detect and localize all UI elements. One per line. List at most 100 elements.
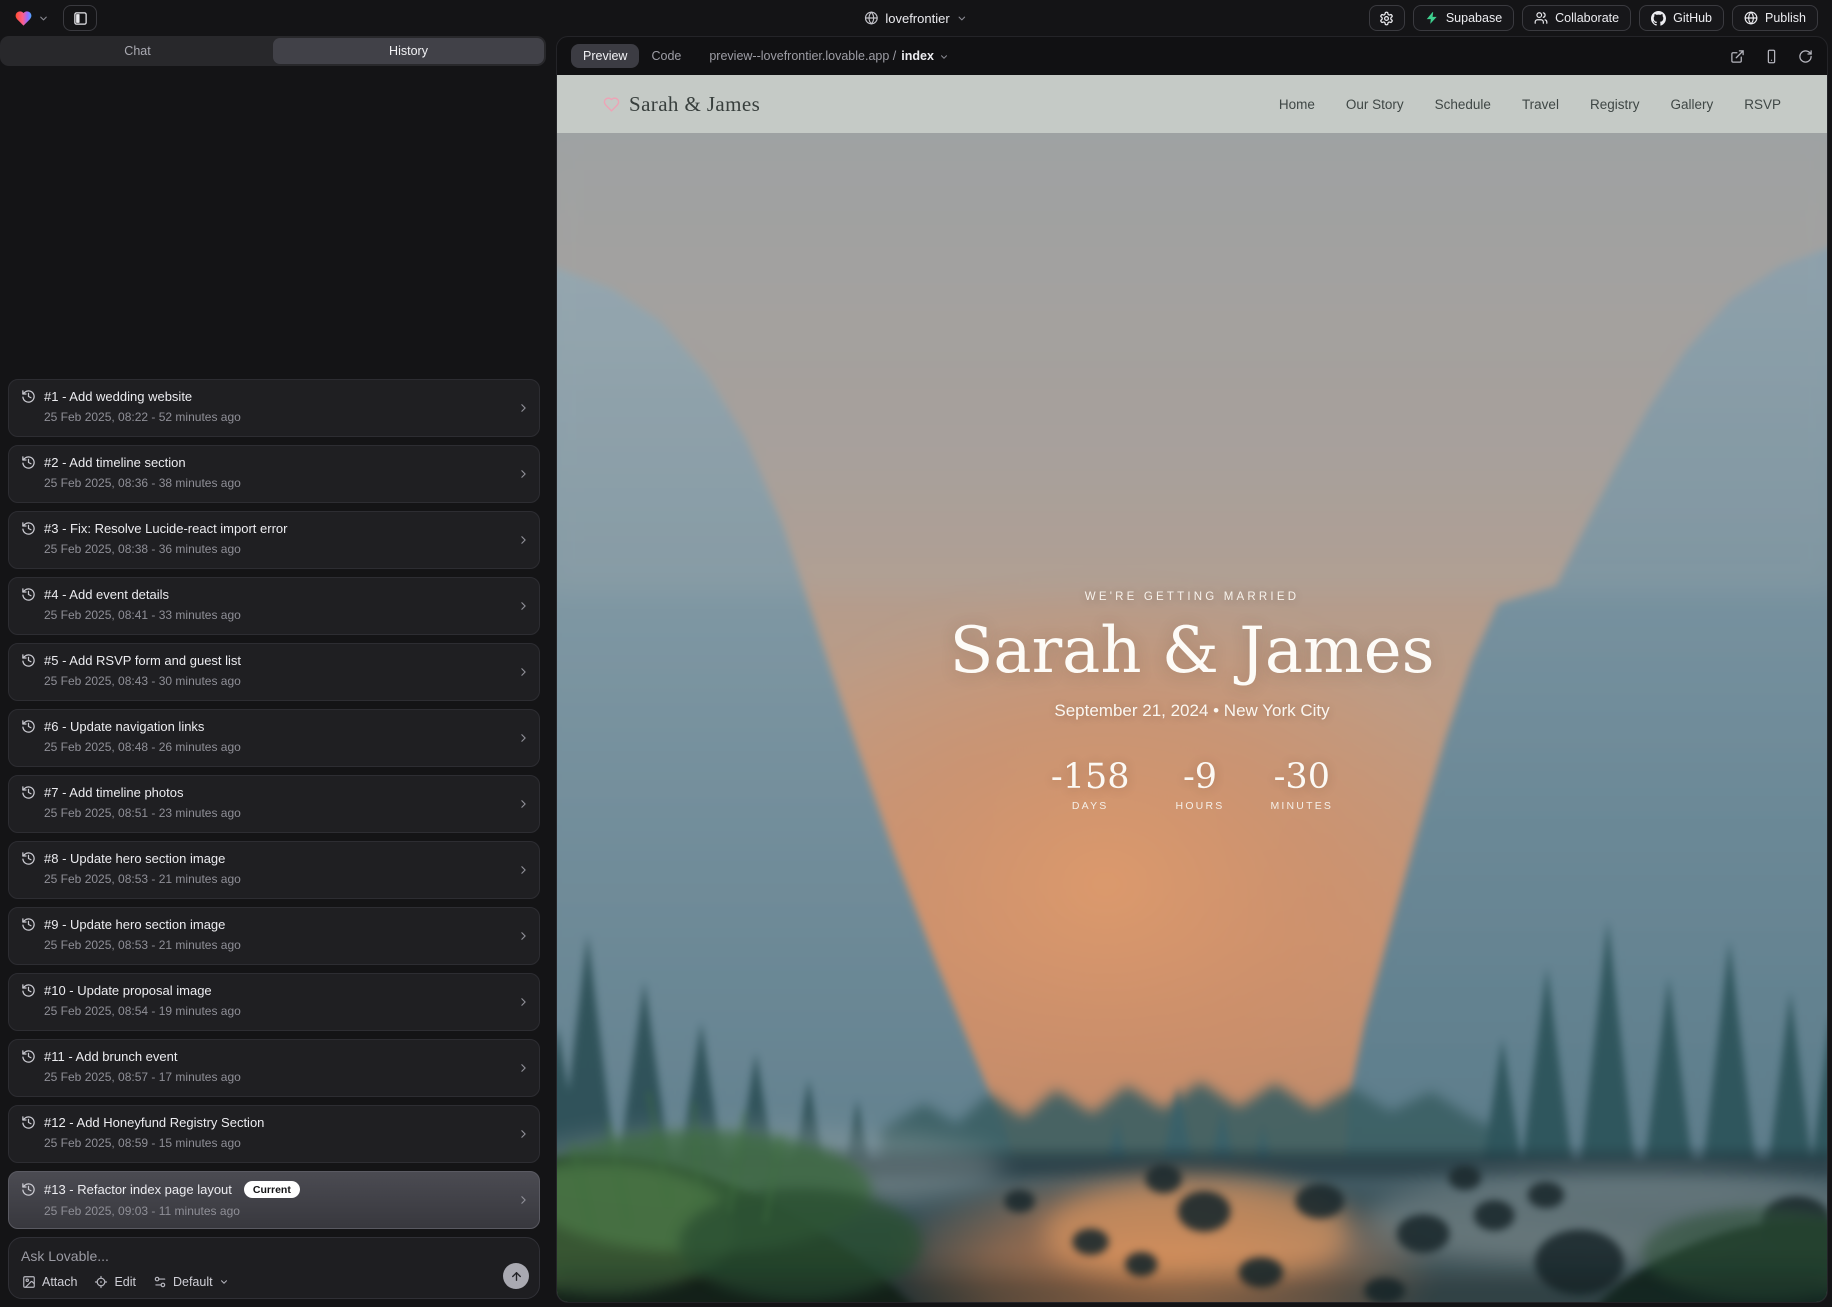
site-header: Sarah & James Home Our Story Schedule Trave… — [557, 75, 1827, 133]
history-item[interactable]: #12 - Add Honeyfund Registry Section 25 … — [8, 1105, 540, 1163]
site-nav-link[interactable]: Home — [1279, 97, 1315, 112]
countdown-unit: -9 HOURS — [1176, 757, 1225, 812]
publish-button[interactable]: Publish — [1732, 5, 1818, 31]
hero-section: WE'RE GETTING MARRIED Sarah & James Sept… — [557, 591, 1827, 812]
history-item[interactable]: #6 - Update navigation links 25 Feb 2025… — [8, 709, 540, 767]
chevron-right-icon — [517, 1062, 530, 1075]
preview-pane: Preview Code preview--lovefrontier.lovab… — [556, 36, 1828, 1303]
history-icon — [21, 983, 36, 998]
site-logo[interactable]: Sarah & James — [603, 92, 760, 117]
site-nav-link[interactable]: Gallery — [1670, 97, 1713, 112]
history-item[interactable]: #10 - Update proposal image 25 Feb 2025,… — [8, 973, 540, 1031]
hero-eyebrow: WE'RE GETTING MARRIED — [557, 591, 1827, 603]
countdown-value: -9 — [1176, 757, 1225, 797]
site-nav-link[interactable]: Our Story — [1346, 97, 1404, 112]
history-item[interactable]: #13 - Refactor index page layout Current… — [8, 1171, 540, 1229]
sidebar: Chat History #1 - Add wedding website 25… — [0, 36, 548, 1307]
external-link-icon — [1730, 49, 1745, 64]
history-item-title: #5 - Add RSVP form and guest list — [44, 653, 241, 668]
history-item-title: #8 - Update hero section image — [44, 851, 225, 866]
send-button[interactable] — [503, 1263, 529, 1289]
history-item-timestamp: 25 Feb 2025, 08:51 - 23 minutes ago — [44, 806, 509, 820]
supabase-icon — [1425, 11, 1439, 25]
mobile-view-button[interactable] — [1764, 49, 1779, 64]
project-chevron-down-icon — [957, 13, 968, 24]
collaborate-button[interactable]: Collaborate — [1522, 5, 1631, 31]
history-icon — [21, 719, 36, 734]
site-nav-link[interactable]: Schedule — [1435, 97, 1491, 112]
history-item-title: #3 - Fix: Resolve Lucide-react import er… — [44, 521, 287, 536]
chevron-right-icon — [517, 1194, 530, 1207]
history-item-timestamp: 25 Feb 2025, 08:36 - 38 minutes ago — [44, 476, 509, 490]
gear-icon — [1379, 11, 1394, 26]
sidebar-tabbar: Chat History — [0, 36, 546, 66]
preview-url-selector[interactable]: preview--lovefrontier.lovable.app / inde… — [709, 49, 949, 63]
history-item[interactable]: #7 - Add timeline photos 25 Feb 2025, 08… — [8, 775, 540, 833]
history-item[interactable]: #3 - Fix: Resolve Lucide-react import er… — [8, 511, 540, 569]
tab-preview[interactable]: Preview — [571, 44, 639, 68]
workspace-chevron-down-icon[interactable] — [38, 13, 49, 24]
site-nav-link[interactable]: Travel — [1522, 97, 1559, 112]
history-icon — [21, 917, 36, 932]
chevron-right-icon — [517, 534, 530, 547]
tab-history[interactable]: History — [273, 38, 544, 64]
history-item-timestamp: 25 Feb 2025, 08:48 - 26 minutes ago — [44, 740, 509, 754]
history-item-title: #1 - Add wedding website — [44, 389, 192, 404]
history-icon — [21, 851, 36, 866]
chevron-right-icon — [517, 798, 530, 811]
site-nav-link[interactable]: RSVP — [1744, 97, 1781, 112]
history-item-title: #4 - Add event details — [44, 587, 169, 602]
site-logo-text: Sarah & James — [629, 92, 760, 117]
arrow-up-icon — [510, 1270, 523, 1283]
toggle-sidebar-button[interactable] — [63, 5, 97, 31]
site-nav: Home Our Story Schedule Travel Registry Galle… — [1279, 97, 1781, 112]
chevron-right-icon — [517, 1128, 530, 1141]
supabase-button[interactable]: Supabase — [1413, 5, 1514, 31]
preview-page: index — [901, 49, 934, 63]
project-switcher[interactable]: lovefrontier — [864, 0, 967, 36]
history-item-title: #7 - Add timeline photos — [44, 785, 183, 800]
site-preview: Sarah & James Home Our Story Schedule Trave… — [557, 75, 1827, 1302]
history-item-title: #9 - Update hero section image — [44, 917, 225, 932]
history-item[interactable]: #2 - Add timeline section 25 Feb 2025, 0… — [8, 445, 540, 503]
attach-button[interactable]: Attach — [22, 1275, 77, 1289]
refresh-icon — [1798, 49, 1813, 64]
chevron-right-icon — [517, 468, 530, 481]
history-item-title: #10 - Update proposal image — [44, 983, 212, 998]
tab-code[interactable]: Code — [639, 44, 693, 68]
history-item[interactable]: #4 - Add event details 25 Feb 2025, 08:4… — [8, 577, 540, 635]
history-item-timestamp: 25 Feb 2025, 08:41 - 33 minutes ago — [44, 608, 509, 622]
chevron-right-icon — [517, 402, 530, 415]
edit-button[interactable]: Edit — [94, 1275, 136, 1289]
history-item[interactable]: #5 - Add RSVP form and guest list 25 Feb… — [8, 643, 540, 701]
url-chevron-down-icon — [939, 52, 949, 62]
preview-toolbar: Preview Code preview--lovefrontier.lovab… — [557, 37, 1827, 75]
history-icon — [21, 389, 36, 404]
history-icon — [21, 785, 36, 800]
countdown-label: MINUTES — [1270, 800, 1333, 812]
sliders-icon — [153, 1275, 167, 1289]
chat-input[interactable]: Ask Lovable... — [21, 1248, 527, 1264]
lovable-logo-icon[interactable] — [14, 9, 33, 28]
countdown-label: HOURS — [1176, 800, 1225, 812]
history-item[interactable]: #11 - Add brunch event 25 Feb 2025, 08:5… — [8, 1039, 540, 1097]
history-item[interactable]: #1 - Add wedding website 25 Feb 2025, 08… — [8, 379, 540, 437]
refresh-button[interactable] — [1798, 49, 1813, 64]
history-item[interactable]: #8 - Update hero section image 25 Feb 20… — [8, 841, 540, 899]
settings-button[interactable] — [1369, 5, 1405, 31]
topbar: lovefrontier Supabase Collaborate Git — [0, 0, 1832, 36]
history-item-timestamp: 25 Feb 2025, 08:53 - 21 minutes ago — [44, 872, 509, 886]
history-item-title: #2 - Add timeline section — [44, 455, 186, 470]
mode-select[interactable]: Default — [153, 1275, 229, 1289]
history-item[interactable]: #9 - Update hero section image 25 Feb 20… — [8, 907, 540, 965]
history-item-timestamp: 25 Feb 2025, 09:03 - 11 minutes ago — [44, 1204, 509, 1218]
preview-url: preview--lovefrontier.lovable.app / — [709, 49, 896, 63]
github-icon — [1651, 11, 1666, 26]
site-nav-link[interactable]: Registry — [1590, 97, 1640, 112]
countdown-unit: -30 MINUTES — [1270, 757, 1333, 812]
open-external-button[interactable] — [1730, 49, 1745, 64]
tab-chat[interactable]: Chat — [2, 38, 273, 64]
github-button[interactable]: GitHub — [1639, 5, 1724, 31]
current-badge: Current — [244, 1181, 300, 1198]
history-item-timestamp: 25 Feb 2025, 08:57 - 17 minutes ago — [44, 1070, 509, 1084]
